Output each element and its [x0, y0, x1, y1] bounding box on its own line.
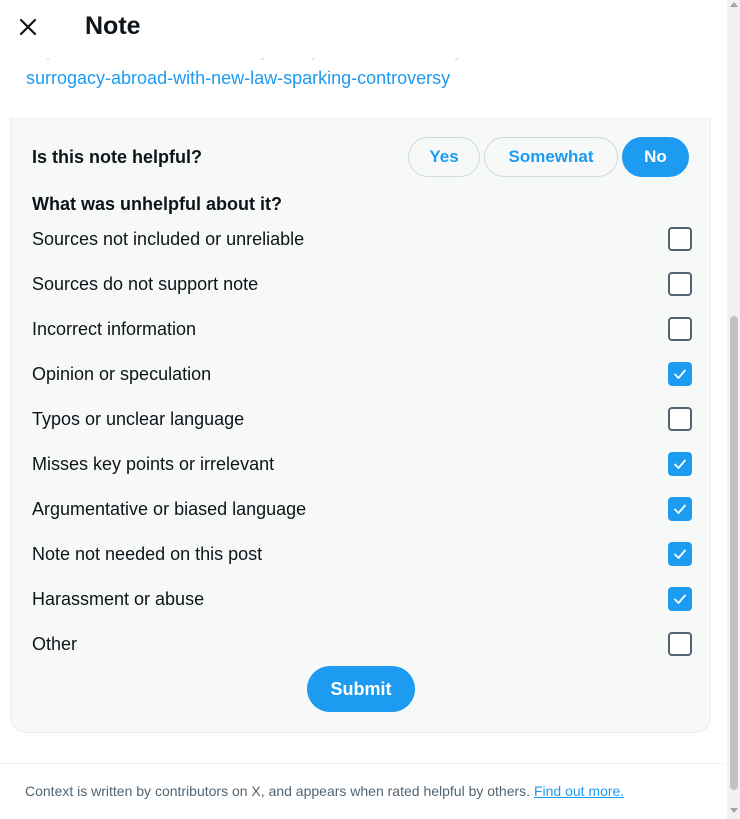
reason-label: Sources not included or unreliable	[32, 228, 305, 249]
checkmark-icon	[674, 594, 686, 604]
reason-checkbox[interactable]	[668, 632, 692, 656]
footer: Context is written by contributors on X,…	[25, 783, 624, 799]
scrollbar[interactable]	[727, 0, 740, 819]
reason-row[interactable]: Other	[32, 629, 692, 659]
reason-row[interactable]: Harassment or abuse	[32, 584, 692, 614]
reason-checkbox[interactable]	[668, 497, 692, 521]
reason-row[interactable]: Misses key points or irrelevant	[32, 449, 692, 479]
reason-checkbox[interactable]	[668, 362, 692, 386]
somewhat-button[interactable]: Somewhat	[484, 137, 618, 177]
rating-panel: Is this note helpful? Yes Somewhat No Wh…	[10, 117, 711, 733]
reason-label: Note not needed on this post	[32, 543, 263, 564]
find-out-more-link[interactable]: Find out more.	[534, 783, 624, 799]
reason-row[interactable]: Note not needed on this post	[32, 539, 692, 569]
reason-row[interactable]: Argumentative or biased language	[32, 494, 692, 524]
reason-row[interactable]: Incorrect information	[32, 314, 692, 344]
reason-label: Harassment or abuse	[32, 588, 205, 609]
scroll-down-arrow-icon[interactable]	[730, 808, 738, 813]
reason-row[interactable]: Sources do not support note	[32, 269, 692, 299]
reason-checkbox[interactable]	[668, 317, 692, 341]
reason-label: Opinion or speculation	[32, 363, 212, 384]
reason-label: Sources do not support note	[32, 273, 259, 294]
reason-row[interactable]: Opinion or speculation	[32, 359, 692, 389]
reason-checkbox[interactable]	[668, 227, 692, 251]
scroll-thumb[interactable]	[730, 316, 738, 790]
helpful-question: Is this note helpful?	[32, 147, 202, 167]
yes-button[interactable]: Yes	[408, 137, 480, 177]
footer-divider	[0, 763, 727, 764]
footer-text: Context is written by contributors on X,…	[25, 783, 534, 799]
close-icon	[19, 18, 37, 36]
reason-label: Typos or unclear language	[32, 408, 245, 429]
reason-label: Incorrect information	[32, 318, 197, 339]
reason-checkbox[interactable]	[668, 452, 692, 476]
no-button[interactable]: No	[622, 137, 689, 177]
checkmark-icon	[674, 459, 686, 469]
note-modal: https://www.euronews.com/my-europe/2024/…	[0, 0, 727, 819]
source-link-line2[interactable]: surrogacy-abroad-with-new-law-sparking-c…	[26, 64, 686, 92]
close-button[interactable]	[10, 9, 46, 45]
submit-button[interactable]: Submit	[307, 666, 415, 712]
page-title: Note	[85, 12, 141, 40]
reason-label: Misses key points or irrelevant	[32, 453, 275, 474]
reason-checkbox[interactable]	[668, 542, 692, 566]
reason-label: Other	[32, 633, 78, 654]
reason-label: Argumentative or biased language	[32, 498, 307, 519]
reason-row[interactable]: Sources not included or unreliable	[32, 224, 692, 254]
reason-row[interactable]: Typos or unclear language	[32, 404, 692, 434]
unhelpful-question: What was unhelpful about it?	[32, 194, 282, 214]
checkmark-icon	[674, 549, 686, 559]
scroll-up-arrow-icon[interactable]	[730, 2, 738, 7]
checkmark-icon	[674, 369, 686, 379]
checkmark-icon	[674, 504, 686, 514]
modal-header: Note	[0, 0, 727, 58]
reason-checkbox[interactable]	[668, 272, 692, 296]
reason-checkbox[interactable]	[668, 587, 692, 611]
reason-checkbox[interactable]	[668, 407, 692, 431]
